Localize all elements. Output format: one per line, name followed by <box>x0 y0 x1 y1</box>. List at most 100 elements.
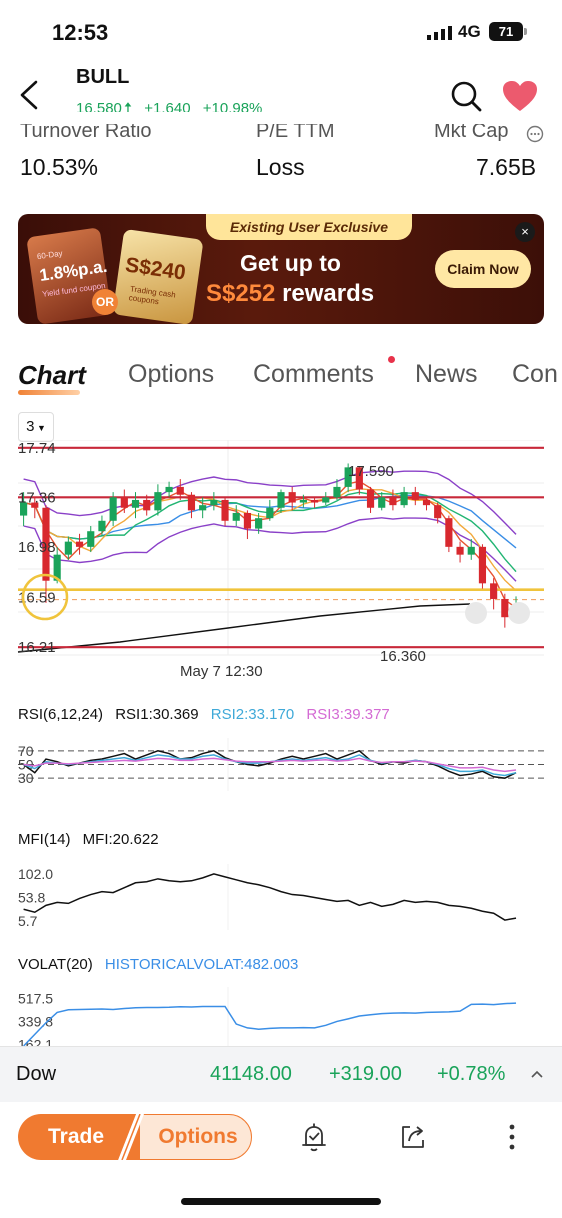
chevron-up-icon[interactable] <box>530 1067 544 1081</box>
candle <box>87 531 95 547</box>
promo-banner[interactable]: Existing User Exclusive 60-Day 1.8%p.a. … <box>18 214 544 324</box>
card2-amount: S$240 <box>123 253 188 285</box>
candle <box>288 492 296 503</box>
candle <box>120 497 128 508</box>
candle <box>467 546 475 555</box>
options-button[interactable]: Options <box>128 1114 252 1160</box>
candle <box>478 546 487 584</box>
tab-options[interactable]: Options <box>128 360 214 389</box>
long-ma-line <box>17 603 471 653</box>
tab-comments[interactable]: Comments <box>253 360 374 389</box>
time-axis-label: May 7 12:30 <box>180 663 263 680</box>
low-price-label: 16.360 <box>380 648 426 665</box>
back-chevron-icon[interactable] <box>18 80 42 110</box>
candle <box>165 486 173 493</box>
tab-chart[interactable]: Chart <box>18 360 86 391</box>
ticker-symbol: BULL <box>76 66 130 88</box>
candle <box>333 486 341 498</box>
candle <box>501 598 509 618</box>
tab-news[interactable]: News <box>415 360 478 389</box>
search-icon[interactable] <box>450 80 482 112</box>
candle <box>266 507 274 519</box>
claim-now-button[interactable]: Claim Now <box>435 250 531 288</box>
price-axis-label: 16.21 <box>18 639 56 656</box>
metric-value-mktcap: 7.65B <box>476 154 537 180</box>
battery-icon: 71 <box>489 22 523 41</box>
volat-value: HISTORICALVOLAT:482.003 <box>104 956 299 973</box>
info-icon[interactable] <box>526 125 544 143</box>
volat-legend: VOLAT(20) HISTORICALVOLAT:482.003 <box>18 956 306 973</box>
candle <box>490 583 498 599</box>
metric-value-pe: Loss <box>256 154 305 180</box>
candle <box>131 499 140 508</box>
indicator-axis-label: 30 <box>18 770 34 786</box>
notification-dot <box>388 356 395 363</box>
indicator-axis-label: 5.7 <box>18 913 38 929</box>
candle <box>366 489 375 508</box>
heart-icon[interactable] <box>502 80 538 112</box>
price-axis-label: 17.36 <box>18 489 56 506</box>
candle <box>255 518 263 529</box>
candle <box>389 497 397 506</box>
rsi1-value: RSI1:30.369 <box>115 706 199 723</box>
index-value: 41148.00 <box>210 1063 292 1085</box>
mfi-title: MFI(14) <box>18 831 71 848</box>
rsi-title: RSI(6,12,24) <box>18 706 104 723</box>
tab-con[interactable]: Con <box>512 360 558 389</box>
share-icon[interactable] <box>396 1120 430 1154</box>
index-change: +319.00 <box>329 1063 402 1085</box>
period-dropdown[interactable]: 3 ▼ <box>18 412 54 442</box>
volat-title: VOLAT(20) <box>18 956 93 973</box>
candle <box>221 499 229 521</box>
mfi-legend: MFI(14) MFI:20.622 <box>18 831 167 848</box>
mfi-value: MFI:20.622 <box>82 831 159 848</box>
indicator-axis-label: 53.8 <box>18 890 45 906</box>
alert-bell-icon[interactable] <box>297 1120 331 1154</box>
price-axis-label: 16.98 <box>18 539 56 556</box>
candle <box>243 512 252 529</box>
price-axis-label: 17.74 <box>18 440 56 457</box>
candle <box>176 486 184 495</box>
candle <box>299 499 307 503</box>
bollinger-lower-line <box>23 517 517 582</box>
close-icon[interactable]: × <box>515 222 535 242</box>
candle <box>400 492 408 506</box>
indicator-line <box>23 873 517 921</box>
candle <box>210 499 218 506</box>
indicator-line <box>23 1002 517 1046</box>
cell-signal-icon <box>427 26 452 40</box>
candle <box>445 518 453 547</box>
candle <box>199 505 207 511</box>
banner-reward-line: S$252 rewards <box>206 280 374 308</box>
indicator-axis-label: 517.5 <box>18 990 53 1006</box>
metric-value-turnover: 10.53% <box>20 154 99 180</box>
candle <box>378 497 386 508</box>
card2-note: Trading cash coupons <box>128 284 177 307</box>
more-icon[interactable] <box>495 1120 529 1154</box>
index-name: Dow <box>16 1063 57 1085</box>
candle <box>64 541 72 555</box>
tab-underline <box>18 390 80 395</box>
candle <box>310 499 319 503</box>
candle <box>456 546 464 555</box>
chart-control-icon <box>508 602 530 624</box>
options-label: Options <box>158 1125 238 1148</box>
candle <box>411 492 419 500</box>
cash-coupon-card: S$240 Trading cash coupons <box>112 228 204 324</box>
trade-label: Trade <box>47 1125 105 1148</box>
or-badge: OR <box>92 289 118 315</box>
candle <box>98 520 106 532</box>
candle <box>434 505 442 519</box>
banner-amount: S$252 <box>206 280 276 307</box>
candle <box>143 499 151 511</box>
index-ticker-bar[interactable]: Dow 41148.00 +319.00 +0.78% <box>0 1046 562 1102</box>
indicator-axis-label: 102.0 <box>18 866 53 882</box>
status-time: 12:53 <box>52 20 109 45</box>
candle <box>277 492 285 508</box>
status-bar: 12:53 4G 71 <box>0 0 562 60</box>
candle <box>422 499 431 506</box>
battery-tip <box>524 28 527 35</box>
candle <box>232 512 240 521</box>
button-divider <box>118 1114 144 1160</box>
candle <box>109 497 117 521</box>
